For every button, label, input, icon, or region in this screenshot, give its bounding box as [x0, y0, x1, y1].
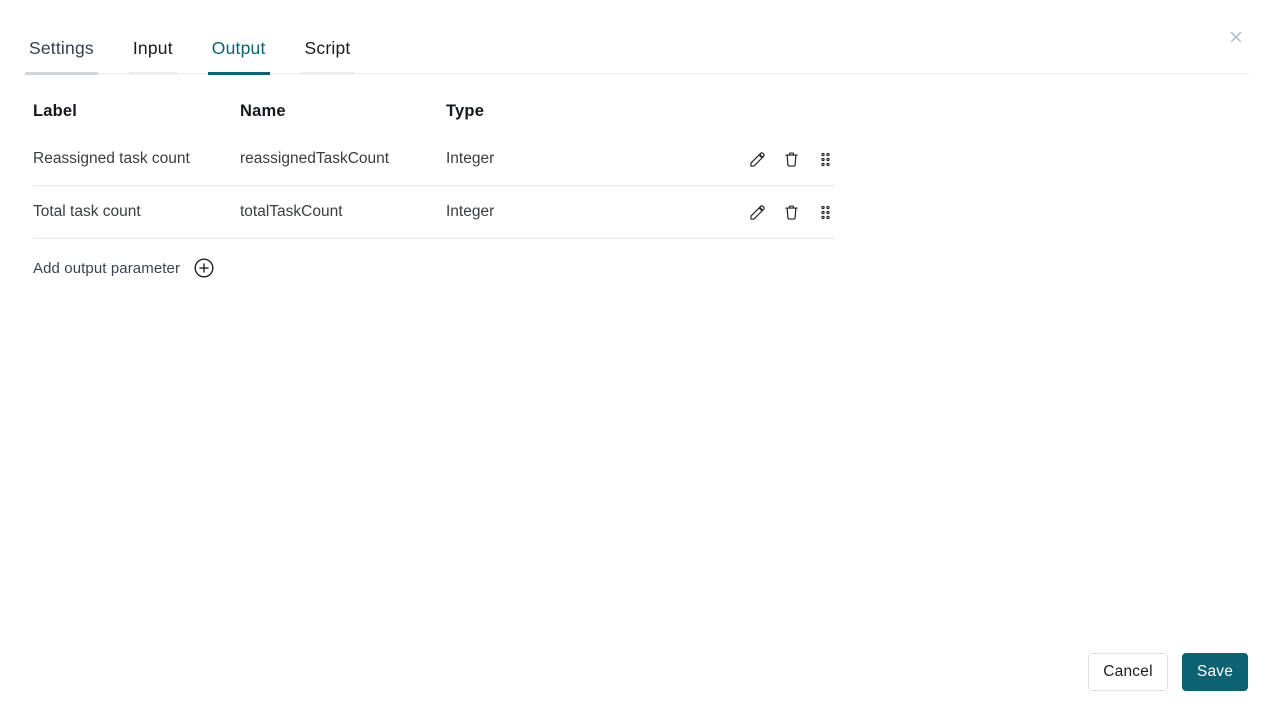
- cancel-button[interactable]: Cancel: [1088, 653, 1168, 691]
- trash-icon: [784, 151, 798, 167]
- column-header-label: Label: [33, 102, 78, 120]
- row-actions: [715, 149, 835, 169]
- add-output-parameter-label: Add output parameter: [33, 259, 181, 277]
- edit-parameter-button[interactable]: [747, 202, 767, 222]
- drag-handle[interactable]: [815, 202, 835, 222]
- dialog-tab-bar: Settings Input Output Script: [25, 0, 1250, 75]
- tab-input[interactable]: Input: [128, 38, 177, 75]
- close-button[interactable]: [1227, 28, 1245, 46]
- drag-handle[interactable]: [815, 149, 835, 169]
- parameter-label: Reassigned task count: [33, 150, 190, 167]
- parameter-label: Total task count: [33, 203, 141, 220]
- table-header-row: Label Name Type: [33, 74, 835, 133]
- parameter-name: totalTaskCount: [240, 203, 343, 220]
- column-header-type: Type: [446, 102, 485, 120]
- parameter-type: Integer: [446, 203, 495, 220]
- parameter-name: reassignedTaskCount: [240, 150, 390, 167]
- row-actions: [715, 202, 835, 222]
- tab-settings[interactable]: Settings: [25, 38, 98, 75]
- table-row: Total task count totalTaskCount Integer: [33, 186, 835, 239]
- column-header-actions: [715, 102, 835, 121]
- plus-circle-icon: [194, 258, 214, 278]
- parameter-type: Integer: [446, 150, 495, 167]
- output-parameters-panel: Label Name Type Reassigned task count re…: [33, 74, 835, 288]
- drag-indicator-icon: [820, 205, 830, 219]
- pencil-icon: [749, 204, 765, 220]
- delete-parameter-button[interactable]: [781, 149, 801, 169]
- table-row: Reassigned task count reassignedTaskCoun…: [33, 133, 835, 186]
- delete-parameter-button[interactable]: [781, 202, 801, 222]
- add-output-parameter-row: Add output parameter: [33, 248, 835, 288]
- drag-indicator-icon: [820, 152, 830, 166]
- trash-icon: [784, 204, 798, 220]
- tab-output[interactable]: Output: [207, 38, 270, 75]
- close-x-icon: [1230, 31, 1242, 43]
- parameter-table-body: Reassigned task count reassignedTaskCoun…: [33, 133, 835, 239]
- dialog-footer: Cancel Save: [1088, 653, 1248, 691]
- edit-parameter-button[interactable]: [747, 149, 767, 169]
- add-output-parameter-button[interactable]: [193, 257, 215, 279]
- save-button[interactable]: Save: [1182, 653, 1248, 691]
- column-header-name: Name: [240, 102, 286, 120]
- tab-script[interactable]: Script: [300, 38, 355, 75]
- pencil-icon: [749, 151, 765, 167]
